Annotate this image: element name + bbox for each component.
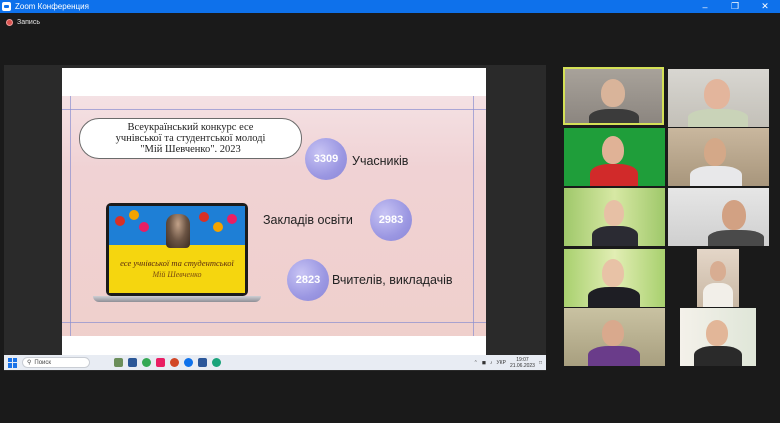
volume-icon[interactable]: ♪: [490, 360, 493, 366]
slide-title-line: Всеукраїнський конкурс есе: [127, 122, 254, 133]
participant-face: [602, 259, 624, 287]
participant-video-tile[interactable]: [564, 128, 665, 186]
window-titlebar: Zoom Конференция – ❐ ✕: [0, 0, 780, 13]
stat-circle-participants: 3309: [305, 138, 347, 180]
slide-title-line: учнівської та студентської молоді: [115, 133, 266, 144]
laptop-base: [93, 296, 261, 302]
participant-body: [588, 346, 640, 366]
participant-face: [704, 79, 730, 109]
stat-label-institutions: Закладів освіти: [263, 213, 353, 227]
participant-face: [706, 320, 728, 346]
participant-video-tile[interactable]: [563, 67, 664, 125]
participant-face: [722, 200, 746, 230]
stat-circle-institutions: 2983: [370, 199, 412, 241]
taskbar-app-icon[interactable]: [128, 358, 137, 367]
slide-bottom-margin: [62, 336, 486, 356]
search-placeholder: Поиск: [34, 359, 52, 366]
word-icon[interactable]: [198, 358, 207, 367]
participant-face: [604, 200, 624, 226]
participant-body: [694, 346, 742, 366]
meeting-topbar: Запись: [0, 13, 780, 61]
windows-taskbar: ⚲ Поиск ⌃ ◼ ♪ УКР 19:07 21.06.2023 □: [4, 355, 546, 370]
zoom-logo-icon: [2, 2, 11, 11]
participant-body: [690, 166, 742, 186]
participant-video-tile[interactable]: [564, 249, 665, 307]
windows-start-icon[interactable]: [8, 357, 18, 368]
flower-icon: [199, 212, 209, 222]
slide-top-margin: [62, 68, 486, 96]
close-button[interactable]: ✕: [750, 0, 780, 13]
guide-line: [62, 322, 486, 323]
portrait-image: [166, 214, 190, 248]
stat-circle-teachers: 2823: [287, 259, 329, 301]
participant-body: [592, 226, 638, 246]
participant-video-tile[interactable]: [564, 188, 665, 246]
search-icon: ⚲: [27, 360, 32, 366]
participant-body: [703, 283, 733, 307]
network-icon[interactable]: ◼: [482, 360, 486, 366]
laptop-caption: Мій Шевченко: [152, 270, 202, 279]
stat-label-teachers: Вчителів, викладачів: [332, 273, 453, 287]
flower-icon: [213, 222, 223, 232]
participant-face: [602, 136, 624, 164]
minimize-button[interactable]: –: [690, 0, 720, 13]
presentation-slide: Всеукраїнський конкурс есе учнівської та…: [62, 68, 486, 356]
chrome-icon[interactable]: [142, 358, 151, 367]
powerpoint-icon[interactable]: [170, 358, 179, 367]
participant-face: [601, 79, 625, 107]
notification-icon[interactable]: □: [539, 360, 542, 366]
laptop-caption: есе учнівської та студентської: [120, 258, 234, 268]
participant-video-tile[interactable]: [680, 308, 756, 366]
guide-line: [62, 109, 486, 110]
flower-icon: [129, 210, 139, 220]
record-icon: [6, 19, 13, 26]
guide-line: [70, 96, 71, 336]
participant-video-tile[interactable]: [668, 128, 769, 186]
participant-face: [710, 261, 726, 281]
language-indicator[interactable]: УКР: [497, 360, 506, 366]
maximize-button[interactable]: ❐: [720, 0, 750, 13]
stat-label-participants: Учасників: [352, 154, 409, 168]
participant-body: [708, 230, 764, 246]
taskbar-clock[interactable]: 19:07 21.06.2023: [510, 357, 535, 369]
window-title: Zoom Конференция: [15, 2, 89, 11]
taskbar-app-icon[interactable]: [114, 358, 123, 367]
slide-title: Всеукраїнський конкурс есе учнівської та…: [79, 118, 302, 159]
flower-icon: [227, 214, 237, 224]
guide-line: [473, 96, 474, 336]
clock-date: 21.06.2023: [509, 362, 535, 369]
zoom-icon[interactable]: [184, 358, 193, 367]
participant-body: [588, 287, 640, 307]
participant-video-tile[interactable]: [697, 249, 739, 307]
taskbar-app-icon[interactable]: [156, 358, 165, 367]
recording-indicator[interactable]: Запись: [6, 19, 40, 26]
participant-video-tile[interactable]: [668, 69, 769, 127]
participant-face: [602, 320, 624, 346]
flower-icon: [115, 216, 125, 226]
recording-label: Запись: [17, 19, 40, 26]
participant-video-tile[interactable]: [668, 188, 769, 246]
laptop-image: есе учнівської та студентської Мій Шевче…: [106, 203, 248, 296]
taskbar-search-input[interactable]: ⚲ Поиск: [22, 357, 90, 368]
participant-body: [589, 109, 639, 123]
participant-body: [590, 164, 638, 186]
system-tray: ⌃ ◼ ♪ УКР 19:07 21.06.2023 □: [474, 357, 542, 369]
tray-chevron-icon[interactable]: ⌃: [474, 360, 478, 366]
edge-icon[interactable]: [212, 358, 221, 367]
participant-body: [688, 109, 748, 127]
flower-icon: [139, 222, 149, 232]
participant-face: [704, 138, 726, 166]
slide-title-line: "Мій Шевченко". 2023: [140, 144, 241, 155]
participant-video-tile[interactable]: [564, 308, 665, 366]
